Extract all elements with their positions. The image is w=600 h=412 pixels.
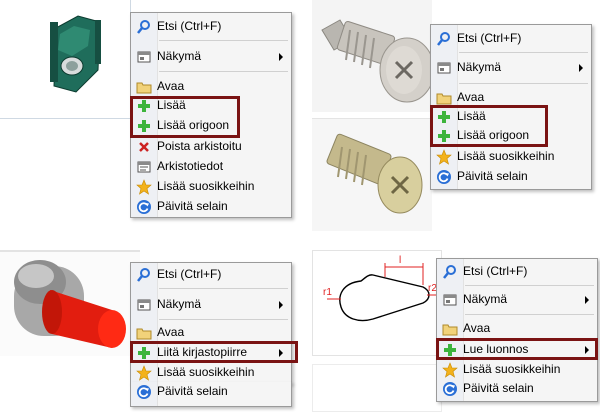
menu-item-open[interactable]: Avaa: [131, 77, 291, 96]
menu-item-label: Lisää suosikkeihin: [457, 149, 555, 163]
refresh-icon: [137, 200, 151, 214]
menu-item-label: Päivitä selain: [457, 169, 528, 183]
context-menu-3: Etsi (Ctrl+F) Näkymä Avaa Liitä kirjasto…: [130, 262, 292, 384]
search-icon: [443, 265, 456, 279]
menu-item-view[interactable]: Näkymä: [131, 295, 291, 314]
folder-icon: [436, 93, 452, 105]
folder-icon: [136, 328, 152, 340]
bracket-part-image: [50, 15, 101, 93]
menu-item-search[interactable]: Etsi (Ctrl+F): [437, 262, 597, 281]
cylinder-feature-image: [14, 260, 126, 348]
submenu-arrow-icon: [579, 64, 583, 72]
menu-item-view[interactable]: Näkymä: [431, 58, 591, 77]
menu-item-refresh[interactable]: Päivitä selain: [131, 197, 291, 216]
refresh-icon: [443, 382, 457, 396]
menu-item-label: Avaa: [157, 79, 185, 93]
menu-item-open[interactable]: Avaa: [437, 319, 597, 338]
context-menu-4: Etsi (Ctrl+F) Näkymä Avaa Lue luonnos Li…: [436, 258, 598, 402]
menu-item-refresh[interactable]: Päivitä selain: [131, 382, 291, 401]
menu-item-view[interactable]: Näkymä: [437, 290, 597, 309]
submenu-arrow-icon: [279, 53, 283, 61]
delete-icon: [139, 142, 149, 152]
view-icon: [137, 299, 151, 311]
highlight-frame: [130, 341, 298, 363]
menu-item-add-favorites[interactable]: Lisää suosikkeihin: [131, 363, 291, 382]
menu-separator: [459, 52, 588, 53]
menu-item-label: Lisää suosikkeihin: [157, 365, 255, 379]
menu-item-delete-archived[interactable]: Poista arkistoitu: [131, 137, 291, 156]
menu-item-refresh[interactable]: Päivitä selain: [431, 167, 591, 186]
menu-separator: [159, 319, 288, 320]
star-icon: [442, 362, 458, 378]
search-icon: [437, 32, 450, 46]
highlight-frame: [130, 96, 240, 138]
menu-item-add-favorites[interactable]: Lisää suosikkeihin: [431, 147, 591, 166]
sketch-thumbnail[interactable]: l r1 r2: [312, 250, 442, 356]
menu-item-label: Avaa: [463, 321, 491, 335]
folder-icon: [442, 324, 458, 336]
menu-separator: [159, 40, 288, 41]
menu-item-add-favorites[interactable]: Lisää suosikkeihin: [437, 360, 597, 379]
menu-item-label: Avaa: [157, 325, 185, 339]
sketch-profile-image: l r1 r2: [323, 255, 437, 322]
menu-item-archive-info[interactable]: Arkistotiedot: [131, 157, 291, 176]
view-icon: [137, 51, 151, 63]
dimension-label-top: l: [399, 255, 401, 266]
view-icon: [443, 294, 457, 306]
part-thumbnail-bracket[interactable]: [0, 0, 131, 119]
countersunk-screw-image: [326, 133, 423, 214]
view-icon: [437, 62, 451, 74]
star-icon: [436, 149, 452, 165]
context-menu-3-tail: Päivitä selain: [130, 382, 292, 407]
highlight-frame: [436, 338, 598, 360]
menu-item-label: Etsi (Ctrl+F): [457, 31, 522, 45]
menu-item-search[interactable]: Etsi (Ctrl+F): [431, 29, 591, 48]
menu-item-label: Etsi (Ctrl+F): [463, 264, 528, 278]
refresh-icon: [137, 385, 151, 399]
menu-item-label: Etsi (Ctrl+F): [157, 19, 222, 33]
menu-item-label: Lisää suosikkeihin: [157, 179, 255, 193]
star-icon: [136, 179, 152, 195]
menu-item-label: Näkymä: [463, 292, 508, 306]
menu-item-open[interactable]: Avaa: [131, 323, 291, 342]
search-icon: [137, 20, 150, 34]
menu-item-label: Näkymä: [457, 60, 502, 74]
menu-item-search[interactable]: Etsi (Ctrl+F): [131, 17, 291, 36]
menu-item-label: Näkymä: [157, 49, 202, 63]
menu-item-view[interactable]: Näkymä: [131, 47, 291, 66]
pan-head-screw-image: [321, 19, 435, 103]
search-icon: [137, 268, 150, 282]
refresh-icon: [437, 170, 451, 184]
menu-item-label: Päivitä selain: [157, 199, 228, 213]
menu-item-add-favorites[interactable]: Lisää suosikkeihin: [131, 177, 291, 196]
menu-item-label: Poista arkistoitu: [157, 139, 242, 153]
thumbnail-placeholder[interactable]: [312, 364, 442, 412]
menu-separator: [159, 71, 288, 72]
menu-item-search[interactable]: Etsi (Ctrl+F): [131, 265, 291, 284]
dimension-label-left: r1: [323, 287, 332, 298]
menu-item-label: Näkymä: [157, 297, 202, 311]
menu-separator: [459, 83, 588, 84]
menu-item-label: Etsi (Ctrl+F): [157, 267, 222, 281]
part-thumbnail-screw-pan[interactable]: [312, 0, 435, 112]
part-thumbnail-screw-countersunk[interactable]: [312, 118, 432, 231]
properties-icon: [137, 161, 151, 173]
star-icon: [136, 365, 152, 381]
submenu-arrow-icon: [585, 296, 589, 304]
menu-item-label: Päivitä selain: [157, 384, 228, 398]
menu-separator: [465, 285, 594, 286]
menu-item-label: Lisää suosikkeihin: [463, 362, 561, 376]
menu-item-refresh[interactable]: Päivitä selain: [437, 379, 597, 398]
menu-separator: [465, 314, 594, 315]
folder-icon: [136, 82, 152, 94]
part-thumbnail-cylinder[interactable]: [0, 250, 140, 356]
menu-item-label: Päivitä selain: [463, 381, 534, 395]
submenu-arrow-icon: [279, 301, 283, 309]
menu-separator: [159, 288, 288, 289]
highlight-frame: [430, 105, 548, 147]
menu-item-label: Arkistotiedot: [157, 159, 224, 173]
